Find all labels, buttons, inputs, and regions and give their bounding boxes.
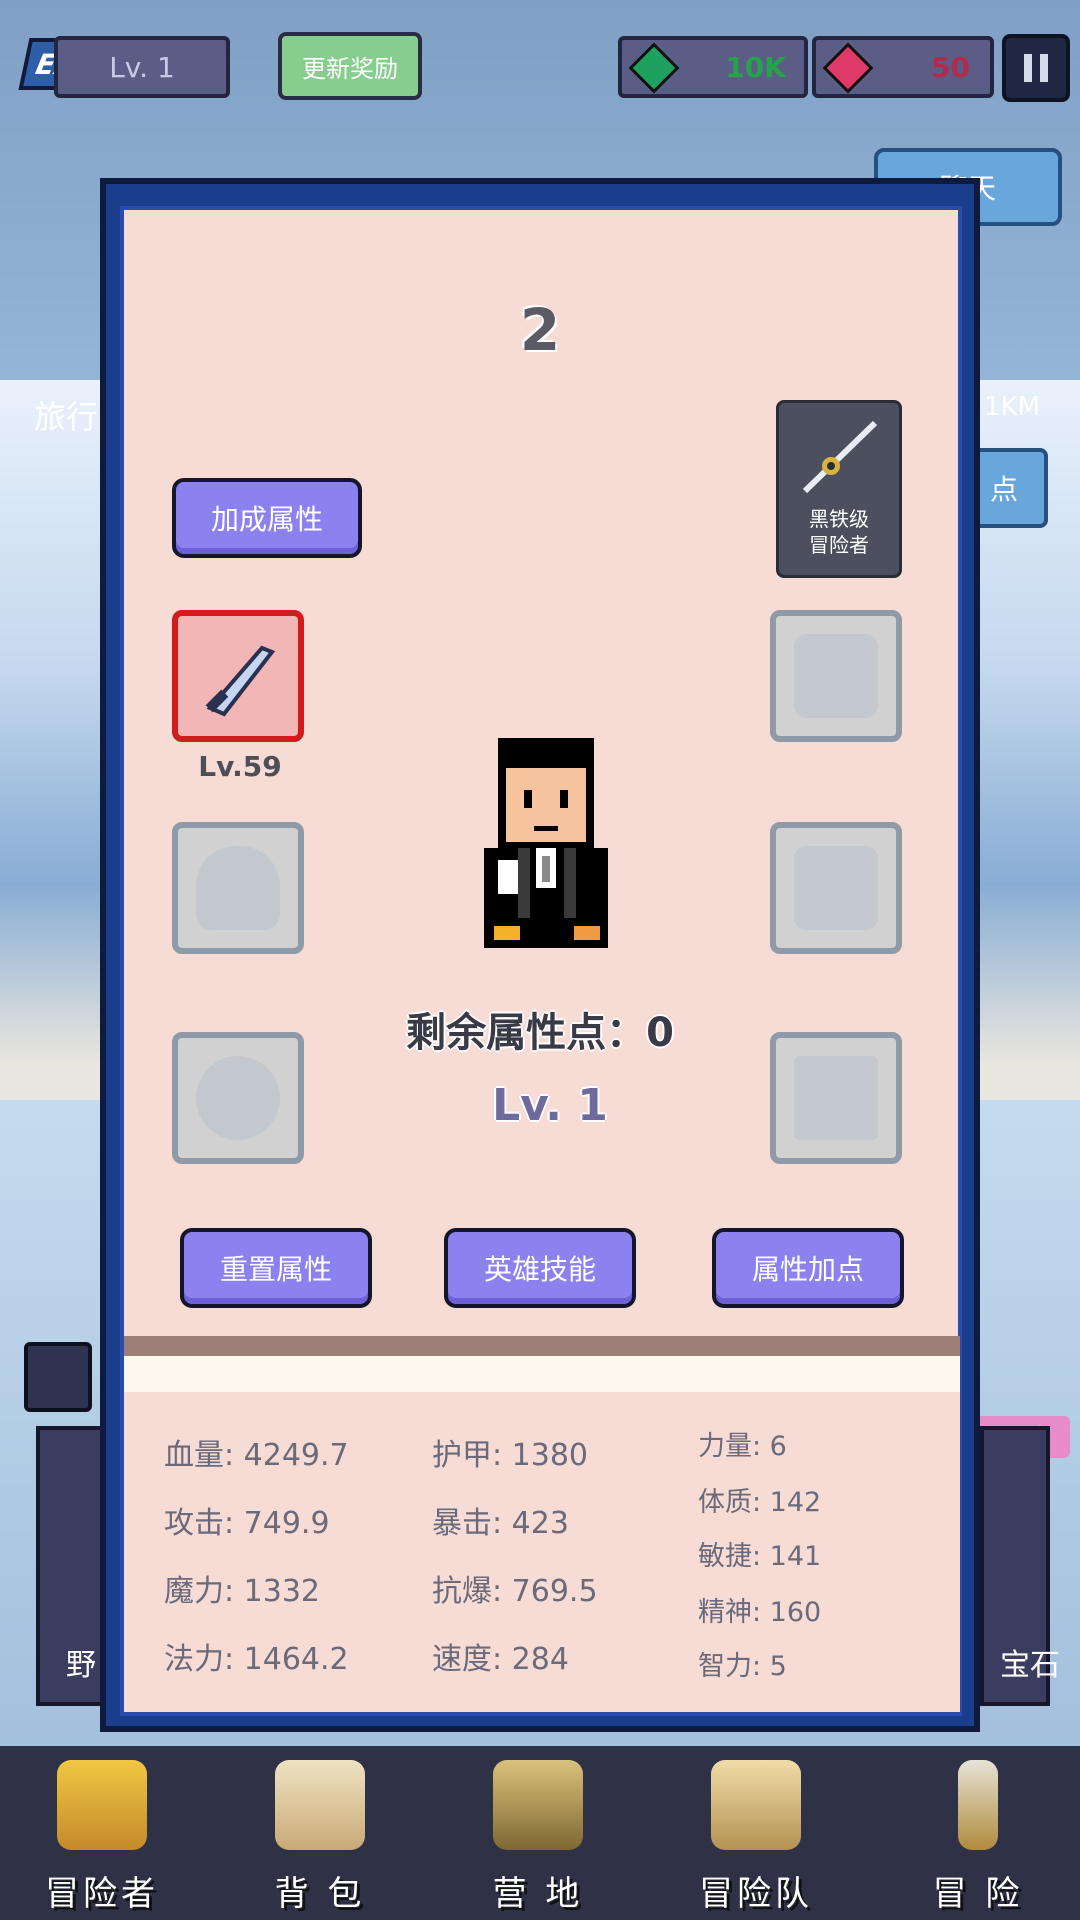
level-display: Lv. 1 [54,36,230,98]
stat-armor: 护甲: 1380 [432,1438,588,1473]
background-card-left-label: 野 [66,1648,96,1683]
ring-slot[interactable] [172,1032,304,1164]
stat-intelligence: 智力: 5 [698,1651,787,1682]
reset-attributes-button[interactable]: 重置属性 [180,1228,372,1308]
stat-constitution: 体质: 142 [698,1487,822,1518]
section-divider-light [124,1356,960,1392]
rank-line2: 冒险者 [809,533,869,557]
section-divider [124,1336,960,1356]
sword-icon [205,645,276,717]
book-icon [711,1760,801,1850]
pause-icon-bar-right [1040,54,1048,82]
backpack-icon [275,1760,365,1850]
helmet-icon [196,846,280,930]
stat-agility: 敏捷: 141 [698,1541,822,1572]
pause-button[interactable] [1002,34,1070,102]
rank-card[interactable]: 黑铁级 冒险者 [776,400,902,578]
pause-icon-bar-left [1024,54,1032,82]
stat-strength: 力量: 6 [698,1431,787,1462]
nav-team-label: 冒险队 [699,1874,813,1914]
stat-magic-power: 魔力: 1332 [164,1574,320,1609]
character-level: Lv. 1 [492,1080,608,1131]
red-currency-value: 50 [931,50,970,84]
bonus-attribute-button[interactable]: 加成属性 [172,478,362,558]
red-currency: 50 [812,36,994,98]
weapon-slot[interactable] [172,610,304,742]
hero-skill-button[interactable]: 英雄技能 [444,1228,636,1308]
nav-adventurer[interactable]: 冒险者 [22,1756,182,1916]
nav-backpack[interactable]: 背 包 [240,1756,400,1916]
crown-helmet-icon [57,1760,147,1850]
red-gem-icon [822,42,874,94]
travel-label: 旅行 [34,398,99,436]
player-level: Lv. 1 [109,50,175,84]
hero-sprite [484,738,608,948]
green-currency-value: 10K [725,50,786,84]
ring-icon [196,1056,280,1140]
shield-icon [794,634,878,718]
add-attribute-points-button[interactable]: 属性加点 [712,1228,904,1308]
background-scene-left [0,380,100,1100]
green-gem-icon [628,42,680,94]
armor-icon [794,846,878,930]
nav-adventure-label: 冒 险 [932,1874,1024,1914]
green-currency: 10K [618,36,808,98]
sword-nav-icon [958,1760,998,1850]
shield-slot[interactable] [770,610,902,742]
page-number: 2 [519,296,561,364]
background-card-icon [24,1342,92,1412]
distance-label: 1KM [984,392,1041,422]
stat-attack: 攻击: 749.9 [164,1506,330,1541]
reset-attributes-label: 重置属性 [219,1253,332,1286]
add-attribute-points-label: 属性加点 [751,1253,864,1286]
helmet-slot[interactable] [172,822,304,954]
nav-camp-label: 营 地 [492,1874,584,1914]
bonus-attribute-label: 加成属性 [210,503,323,536]
nav-adventure[interactable]: 冒 险 [898,1756,1058,1916]
nav-team[interactable]: 冒险队 [676,1756,836,1916]
boots-slot[interactable] [770,1032,902,1164]
update-reward-label: 更新奖励 [302,54,398,83]
stat-speed: 速度: 284 [432,1642,569,1677]
stat-hp: 血量: 4249.7 [164,1438,349,1473]
camp-banner-icon [493,1760,583,1850]
point-label: 点 [989,473,1018,506]
boots-icon [794,1056,878,1140]
stat-crit-resist: 抗爆: 769.5 [432,1574,598,1609]
nav-backpack-label: 背 包 [274,1874,366,1914]
sword-rank-icon [802,420,878,494]
remaining-attribute-points: 剩余属性点：0 [406,1010,674,1056]
background-card-right-label: 宝石 [1000,1648,1060,1683]
weapon-level: Lv.59 [198,750,282,783]
stat-critical: 暴击: 423 [432,1506,569,1541]
update-reward-button[interactable]: 更新奖励 [278,32,422,100]
stat-mana: 法力: 1464.2 [164,1642,349,1677]
armor-slot[interactable] [770,822,902,954]
stat-spirit: 精神: 160 [698,1597,822,1628]
hero-skill-label: 英雄技能 [483,1253,596,1286]
nav-adventurer-label: 冒险者 [45,1874,159,1914]
rank-line1: 黑铁级 [809,507,869,531]
nav-camp[interactable]: 营 地 [458,1756,618,1916]
